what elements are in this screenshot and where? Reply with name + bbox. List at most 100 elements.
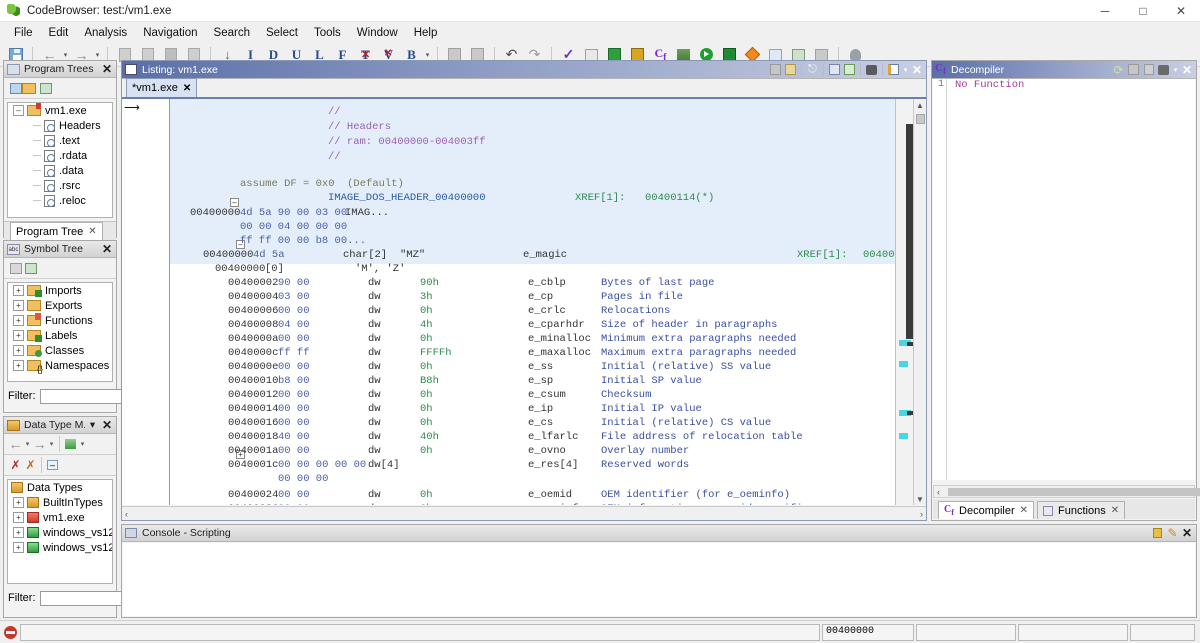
listing-code-segment[interactable]: // [328, 106, 341, 119]
menu-window[interactable]: Window [349, 25, 406, 41]
listing-code-segment[interactable]: Maximum extra paragraphs needed [601, 347, 796, 360]
listing-code-segment[interactable]: 00400014 [228, 403, 278, 416]
listing-code-segment[interactable]: 4h [420, 319, 433, 332]
listing-code-segment[interactable]: 00 00 [278, 489, 310, 502]
listing-code-segment[interactable]: OEM identifier (for e_oeminfo) [601, 489, 790, 502]
tree-node-functions[interactable]: + Functions [8, 313, 112, 328]
listing-code-segment[interactable]: ff ff [278, 347, 310, 360]
listing-code-segment[interactable]: 00 00 04 00 00 00 [240, 221, 347, 234]
minimize-button[interactable]: ─ [1086, 0, 1124, 22]
listing-code-segment[interactable]: 04 00 [278, 319, 310, 332]
listing-code-segment[interactable]: 00400016 [228, 417, 278, 430]
listing-code-segment[interactable]: Reserved words [601, 459, 689, 472]
listing-code-segment[interactable]: Pages in file [601, 291, 683, 304]
listing-code-segment[interactable]: 00400006 [228, 305, 278, 318]
listing-layout-icon[interactable] [886, 62, 901, 77]
tab-close-icon[interactable]: ✕ [1111, 505, 1119, 516]
listing-code-segment[interactable]: Checksum [601, 389, 651, 402]
listing-code-segment[interactable]: 00400024 [228, 489, 278, 502]
listing-code-segment[interactable]: dw [368, 347, 381, 360]
listing-code-segment[interactable]: 00400018 [228, 431, 278, 444]
listing-code-segment[interactable]: 90 00 [278, 277, 310, 290]
tree-node-windows-vs12-32[interactable]: + windows_vs12_32 [8, 525, 112, 540]
tree-node-data[interactable]: ─ .data [8, 163, 112, 178]
listing-code-segment[interactable]: e_crlc [528, 305, 566, 318]
program-trees-close-icon[interactable]: ✕ [100, 62, 114, 76]
listing-code-segment[interactable]: e_ss [528, 361, 553, 374]
rename-icon[interactable] [8, 261, 23, 276]
listing-horizontal-scrollbar[interactable]: ‹ › [122, 506, 926, 520]
tree-node-headers[interactable]: ─ Headers [8, 118, 112, 133]
listing-code-segment[interactable]: e_maxalloc [528, 347, 591, 360]
paste-tree-icon[interactable] [38, 81, 53, 96]
console-output[interactable] [123, 543, 1195, 616]
tree-node-data-types[interactable]: Data Types [8, 480, 112, 495]
listing-code-segment[interactable]: 0h [420, 403, 433, 416]
listing-code-segment[interactable]: Bytes of last page [601, 277, 714, 290]
listing-code-segment[interactable]: dw [368, 431, 381, 444]
expand-toggle-icon[interactable]: + [13, 542, 24, 553]
decompiler-copy-icon[interactable] [1126, 62, 1141, 77]
listing-code-segment[interactable]: 00400000 [215, 263, 265, 276]
listing-code-segment[interactable]: 0040000a [228, 333, 278, 346]
menu-tools[interactable]: Tools [306, 25, 349, 41]
listing-code-segment[interactable]: e_csum [528, 389, 566, 402]
decompiler-horizontal-scrollbar[interactable]: ‹ › [933, 485, 1195, 498]
listing-diff-view-icon[interactable] [827, 62, 842, 77]
listing-code-segment[interactable]: 00400026 [228, 503, 278, 505]
listing-code-segment[interactable]: 4d 5a 90 00 03 00 [240, 207, 347, 220]
tab-decompiler[interactable]: Cf Decompiler ✕ [938, 501, 1034, 519]
listing-code-segment[interactable]: Relocations [601, 305, 670, 318]
dtm-forward-dropdown-icon[interactable]: ▾ [47, 440, 56, 448]
dtm-back-icon[interactable]: ← [8, 437, 23, 452]
listing-code-segment[interactable]: 0040000e [228, 361, 278, 374]
listing-code-segment[interactable]: dw [368, 319, 381, 332]
collapse-all-icon[interactable]: – [45, 458, 60, 473]
listing-code-segment[interactable]: b8 00 [278, 375, 310, 388]
listing-code-segment[interactable]: Initial IP value [601, 403, 702, 416]
console-edit-icon[interactable]: ✎ [1165, 526, 1180, 541]
tree-node-windows-vs12-64[interactable]: + windows_vs12_64 [8, 540, 112, 555]
listing-code-segment[interactable]: IMAGE_DOS_HEADER_00400000 [328, 192, 486, 205]
decompiler-body[interactable]: 1 No Function [933, 79, 1195, 480]
expand-toggle-icon[interactable]: + [13, 345, 24, 356]
listing-code-segment[interactable]: e_oemid [528, 489, 572, 502]
listing-copy-icon[interactable] [768, 62, 783, 77]
expand-toggle-icon[interactable]: + [13, 330, 24, 341]
listing-code-segment[interactable]: 00 00 [278, 417, 310, 430]
listing-code-segment[interactable]: dw [368, 277, 381, 290]
listing-code-segment[interactable]: 0h [420, 417, 433, 430]
listing-code-segment[interactable]: dw [368, 333, 381, 346]
listing-code-segment[interactable]: e_res[4] [528, 459, 578, 472]
tree-node-vm1-exe-archive[interactable]: + vm1.exe [8, 510, 112, 525]
expand-toggle-icon[interactable]: + [13, 512, 24, 523]
listing-code-segment[interactable]: e_lfarlc [528, 431, 578, 444]
listing-code-segment[interactable]: 00 00 [278, 305, 310, 318]
listing-code-segment[interactable]: XREF[1]: [575, 192, 625, 205]
tab-close-icon[interactable]: ✕ [1020, 505, 1028, 516]
decompiler-content[interactable]: No Function [947, 79, 1024, 480]
tree-node-classes[interactable]: + Classes [8, 343, 112, 358]
listing-code-segment[interactable]: dw [368, 489, 381, 502]
listing-code-segment[interactable]: 0h [420, 503, 433, 505]
tab-functions[interactable]: Functions ✕ [1037, 501, 1125, 519]
scrollbar-thumb[interactable] [948, 488, 1200, 496]
tree-node-builtintypes[interactable]: + BuiltInTypes [8, 495, 112, 510]
listing-code-segment[interactable]: // ram: 00400000-004003ff [328, 136, 486, 149]
listing-code-segment[interactable]: char[2] [343, 249, 387, 262]
listing-code-segment[interactable]: 00400010 [228, 375, 278, 388]
listing-code-segment[interactable]: Size of header in paragraphs [601, 319, 777, 332]
listing-code-segment[interactable]: e_cs [528, 417, 553, 430]
listing-code-segment[interactable]: 00400000 [203, 249, 253, 262]
marker-highlight[interactable] [899, 433, 908, 439]
listing-code-segment[interactable]: e_minalloc [528, 333, 591, 346]
listing-code-segment[interactable]: dw [368, 291, 381, 304]
listing-code-segment[interactable]: FFFFh [420, 347, 452, 360]
listing-code-segment[interactable]: 0040000c [228, 347, 278, 360]
tab-program-tree[interactable]: Program Tree ✕ [10, 222, 103, 240]
tree-node-vm1-exe[interactable]: – vm1.exe [8, 103, 112, 118]
listing-close-icon[interactable]: ✕ [910, 63, 924, 77]
listing-code-segment[interactable]: e_cp [528, 291, 553, 304]
listing-code-segment[interactable]: dw[4] [368, 459, 400, 472]
tree-node-exports[interactable]: + Exports [8, 298, 112, 313]
